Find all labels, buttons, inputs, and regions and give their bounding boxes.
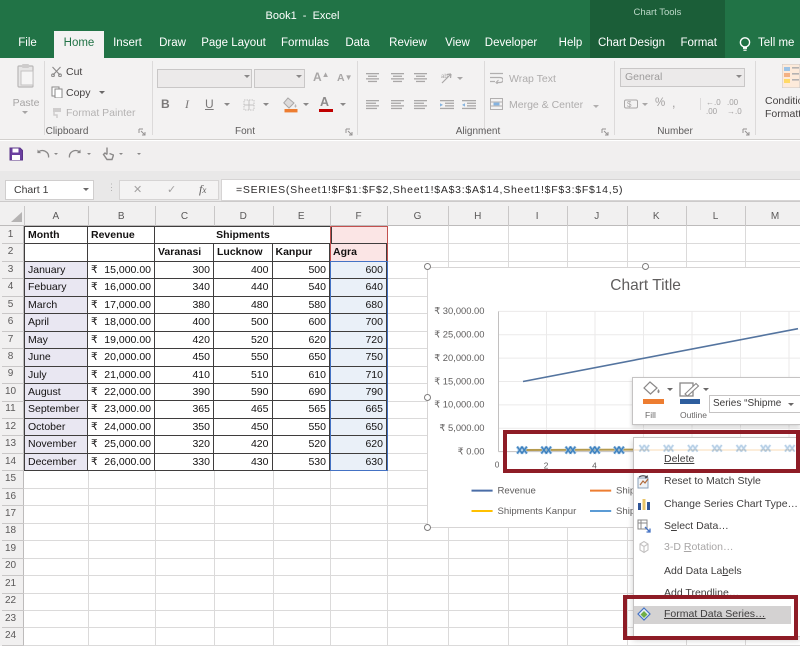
svg-text:₹ 20,000.00: ₹ 20,000.00: [434, 351, 484, 362]
svg-text:₹ 30,000.00: ₹ 30,000.00: [434, 305, 484, 316]
svg-text:₹ 15,000.00: ₹ 15,000.00: [434, 375, 484, 386]
svg-text:0: 0: [495, 459, 500, 469]
svg-text:₹ 25,000.00: ₹ 25,000.00: [434, 328, 484, 339]
svg-text:₹ 0.00: ₹ 0.00: [458, 445, 485, 456]
svg-text:₹ 5,000.00: ₹ 5,000.00: [439, 422, 484, 433]
svg-text:ab: ab: [441, 74, 448, 80]
svg-text:₹ 10,000.00: ₹ 10,000.00: [434, 398, 484, 409]
svg-text:$: $: [627, 100, 632, 109]
svg-text:Revenue: Revenue: [498, 485, 536, 496]
svg-text:Shipments Kanpur: Shipments Kanpur: [498, 506, 578, 517]
svg-text:Chart Title: Chart Title: [610, 277, 681, 294]
